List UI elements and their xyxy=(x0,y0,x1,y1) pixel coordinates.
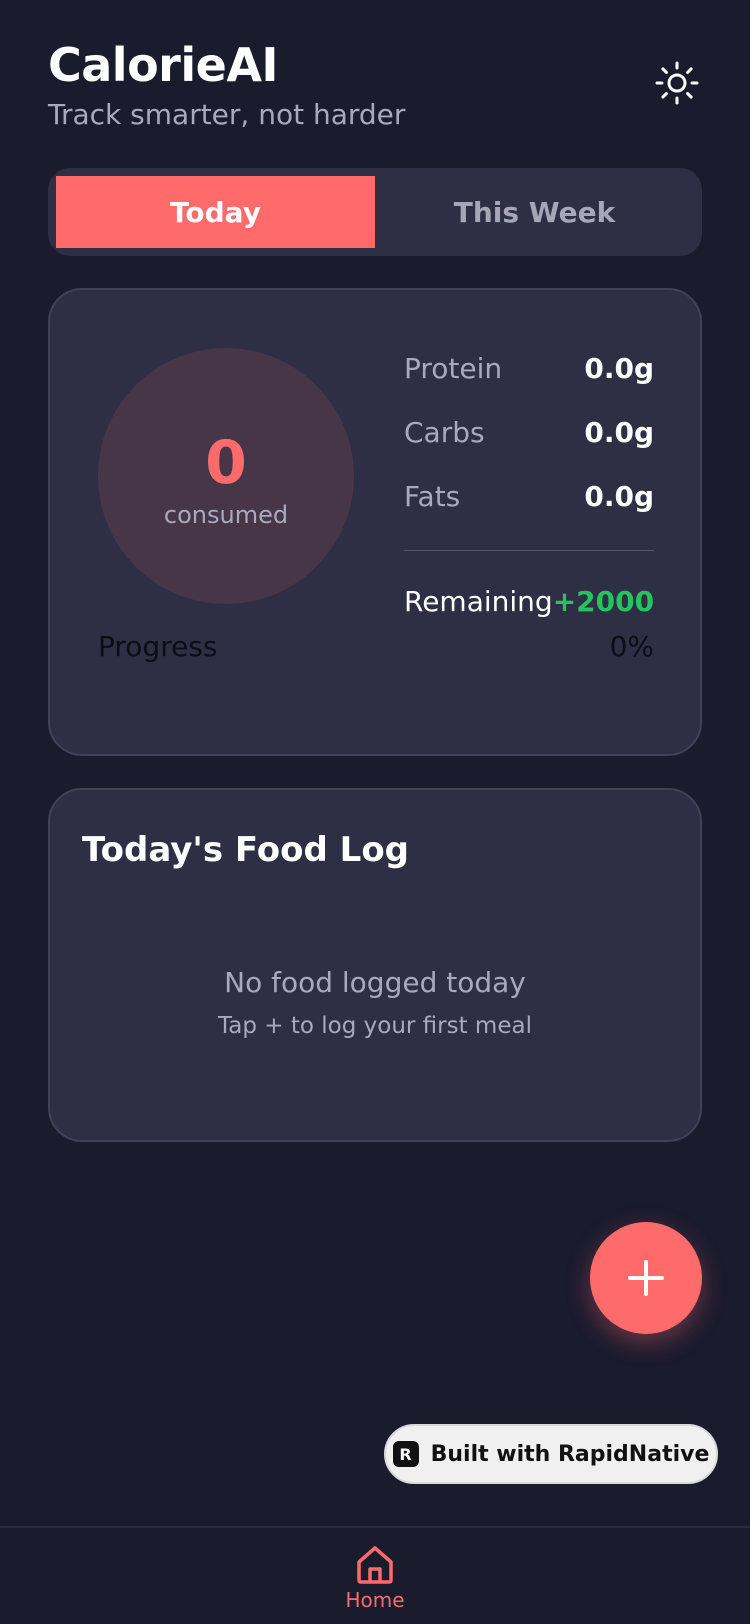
app-subtitle: Track smarter, not harder xyxy=(48,98,406,131)
macro-divider xyxy=(404,550,654,551)
progress-value: 0% xyxy=(609,630,654,663)
macro-value: 0.0g xyxy=(584,351,654,385)
macro-name: Carbs xyxy=(404,415,485,449)
macro-row-protein: Protein 0.0g xyxy=(404,336,654,400)
remaining-label: Remaining xyxy=(404,584,553,618)
theme-toggle-button[interactable] xyxy=(652,58,702,108)
macro-name: Fats xyxy=(404,479,461,513)
badge-label: Built with RapidNative xyxy=(430,1441,710,1467)
macro-row-fats: Fats 0.0g xyxy=(404,464,654,528)
nav-item-home[interactable]: Home xyxy=(330,1542,420,1624)
macro-name: Protein xyxy=(404,351,503,385)
empty-state-hint: Tap + to log your first meal xyxy=(218,1013,532,1039)
consumed-value: 0 xyxy=(205,428,247,498)
period-segmented-control: Today This Week xyxy=(48,168,702,256)
bottom-navigation: Home xyxy=(0,1526,750,1624)
progress-row: Progress 0% xyxy=(98,630,654,663)
consumed-label: consumed xyxy=(163,501,289,529)
calorie-ring: 0 consumed xyxy=(98,348,354,604)
app-title: CalorieAI xyxy=(48,38,279,92)
remaining-row: Remaining +2000 xyxy=(404,571,654,631)
built-with-badge[interactable]: R Built with RapidNative xyxy=(384,1424,718,1484)
food-log-title: Today's Food Log xyxy=(82,830,410,870)
tab-today[interactable]: Today xyxy=(56,176,375,248)
progress-label: Progress xyxy=(98,630,218,663)
tab-this-week[interactable]: This Week xyxy=(375,176,694,248)
app-screen: CalorieAI Track smarter, not harder Toda… xyxy=(0,0,750,1624)
food-log-card: Today's Food Log No food logged today Ta… xyxy=(48,788,702,1142)
home-icon xyxy=(357,1546,393,1584)
plus-icon xyxy=(628,1260,664,1296)
rapidnative-logo-icon: R xyxy=(392,1441,419,1467)
add-food-button[interactable] xyxy=(590,1222,702,1334)
macro-value: 0.0g xyxy=(584,415,654,449)
food-log-empty-state: No food logged today Tap + to log your f… xyxy=(50,966,700,1039)
empty-state-title: No food logged today xyxy=(224,966,526,999)
remaining-value: +2000 xyxy=(552,584,655,618)
nav-item-label: Home xyxy=(345,1588,405,1612)
calorie-summary-card: 0 consumed Protein 0.0g Carbs 0.0g Fats … xyxy=(48,288,702,756)
macro-row-carbs: Carbs 0.0g xyxy=(404,400,654,464)
macro-value: 0.0g xyxy=(584,479,654,513)
macros-list: Protein 0.0g Carbs 0.0g Fats 0.0g Remain… xyxy=(404,336,654,631)
sun-icon xyxy=(655,61,699,105)
